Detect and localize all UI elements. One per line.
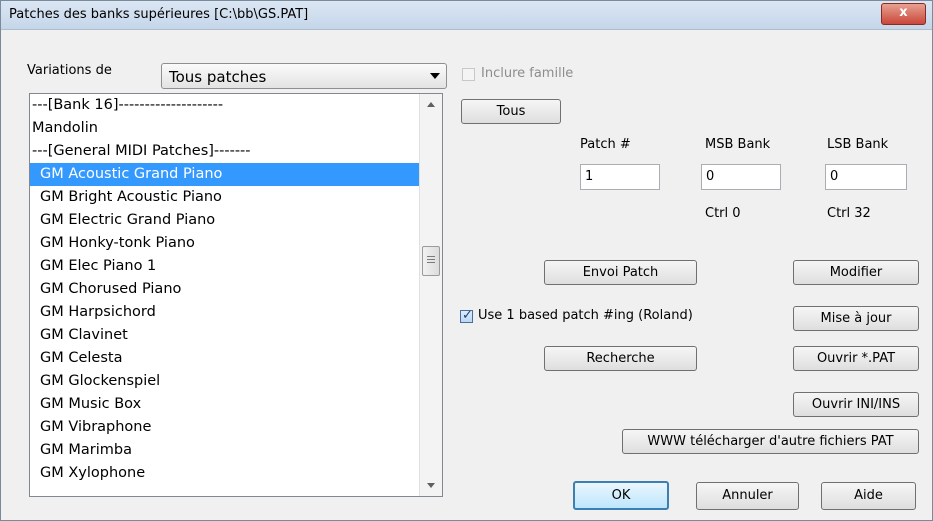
close-button[interactable]: x: [881, 3, 926, 25]
list-item[interactable]: ---[General MIDI Patches]-------: [30, 140, 420, 163]
lsb-bank-label: LSB Bank: [827, 137, 889, 152]
list-item[interactable]: GM Chorused Piano: [30, 278, 420, 301]
msb-ctrl-label: Ctrl 0: [705, 206, 741, 221]
patch-number-label: Patch #: [580, 137, 631, 152]
list-item[interactable]: GM Electric Grand Piano: [30, 209, 420, 232]
list-item[interactable]: GM Marimba: [30, 439, 420, 462]
patch-list: ---[Bank 16]-------------------- Mandolin…: [30, 94, 420, 485]
scroll-up-icon[interactable]: [427, 102, 435, 107]
list-scrollbar[interactable]: [419, 94, 442, 496]
title-bar: Patches des banks supérieures [C:\bb\GS.…: [1, 1, 932, 30]
checkmark-icon: ✓: [462, 308, 473, 323]
variations-dropdown[interactable]: Tous patches: [161, 63, 447, 89]
use-one-based-label: Use 1 based patch #ing (Roland): [478, 308, 693, 323]
variations-label: Variations de: [27, 63, 112, 78]
close-icon: x: [899, 5, 908, 20]
help-button[interactable]: Aide: [821, 482, 916, 510]
list-item[interactable]: GM Xylophone: [30, 462, 420, 485]
use-one-based-checkbox[interactable]: ✓: [460, 308, 473, 323]
list-item[interactable]: GM Glockenspiel: [30, 370, 420, 393]
open-ini-button[interactable]: Ouvrir INI/INS: [793, 392, 919, 417]
patch-number-input[interactable]: 1: [580, 164, 660, 190]
include-family-label: Inclure famille: [481, 66, 574, 81]
send-patch-button[interactable]: Envoi Patch: [544, 260, 697, 285]
lsb-bank-input[interactable]: 0: [825, 164, 907, 190]
scroll-thumb[interactable]: [422, 246, 440, 276]
www-download-button[interactable]: WWW télécharger d'autre fichiers PAT: [622, 429, 919, 454]
variations-selected: Tous patches: [169, 68, 267, 86]
ok-button[interactable]: OK: [573, 481, 669, 510]
list-item[interactable]: GM Elec Piano 1: [30, 255, 420, 278]
open-pat-button[interactable]: Ouvrir *.PAT: [793, 346, 919, 371]
list-item[interactable]: GM Harpsichord: [30, 301, 420, 324]
chevron-down-icon: [430, 73, 440, 79]
tous-button[interactable]: Tous: [461, 99, 561, 124]
include-family-checkbox[interactable]: [462, 68, 475, 81]
list-item[interactable]: GM Clavinet: [30, 324, 420, 347]
window-title: Patches des banks supérieures [C:\bb\GS.…: [9, 7, 309, 22]
list-item[interactable]: GM Honky-tonk Piano: [30, 232, 420, 255]
lsb-ctrl-label: Ctrl 32: [827, 206, 871, 221]
list-item[interactable]: Mandolin: [30, 117, 420, 140]
search-button[interactable]: Recherche: [544, 346, 697, 371]
list-item[interactable]: GM Music Box: [30, 393, 420, 416]
cancel-button[interactable]: Annuler: [696, 482, 799, 510]
list-item[interactable]: GM Bright Acoustic Piano: [30, 186, 420, 209]
msb-bank-label: MSB Bank: [705, 137, 771, 152]
list-item[interactable]: ---[Bank 16]--------------------: [30, 94, 420, 117]
scroll-down-icon[interactable]: [427, 483, 435, 488]
modify-button[interactable]: Modifier: [793, 260, 919, 285]
list-item[interactable]: GM Vibraphone: [30, 416, 420, 439]
list-item[interactable]: GM Celesta: [30, 347, 420, 370]
patch-listbox[interactable]: ---[Bank 16]-------------------- Mandolin…: [29, 93, 443, 497]
msb-bank-input[interactable]: 0: [701, 164, 781, 190]
update-button[interactable]: Mise à jour: [793, 306, 919, 331]
list-item[interactable]: GM Acoustic Grand Piano: [30, 163, 420, 186]
patch-dialog: Patches des banks supérieures [C:\bb\GS.…: [0, 0, 933, 521]
